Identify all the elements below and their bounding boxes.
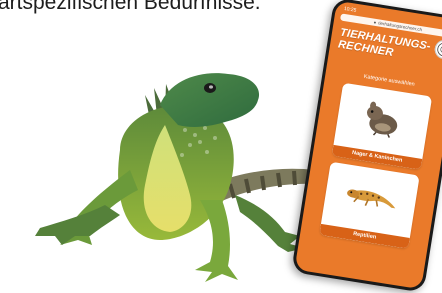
gecko-icon xyxy=(322,162,420,233)
category-card-reptiles[interactable]: Reptilien xyxy=(319,161,420,249)
status-time: 10:25 xyxy=(343,5,357,14)
lock-icon: ● xyxy=(373,19,377,26)
category-card-rodents[interactable]: Nager & Kaninchen xyxy=(331,82,433,170)
rodent-icon xyxy=(334,83,432,154)
